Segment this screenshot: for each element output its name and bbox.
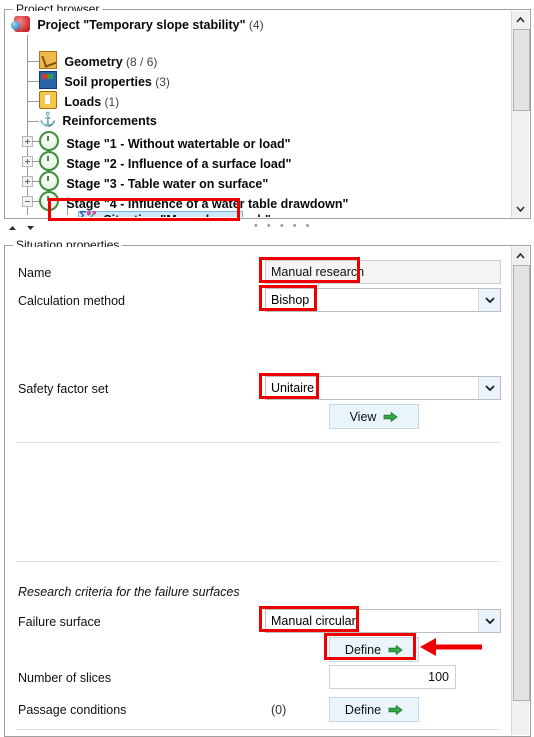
tree-item-reinforcements[interactable]: Reinforcements xyxy=(39,109,157,131)
number-of-slices-label: Number of slices xyxy=(18,671,112,685)
chevron-up-icon[interactable] xyxy=(512,11,529,28)
passage-conditions-define-button[interactable]: Define xyxy=(329,697,419,722)
green-arrow-icon xyxy=(383,411,399,423)
tree-connector xyxy=(27,101,39,102)
loads-icon xyxy=(39,91,57,109)
tree-item-label: Stage "4 - Influence of a water table dr… xyxy=(66,197,349,211)
calculation-method-label: Calculation method xyxy=(18,294,126,308)
tree-item-label: Project "Temporary slope stability" xyxy=(37,18,246,32)
reinforcements-anchor-icon xyxy=(39,109,56,129)
name-label: Name xyxy=(18,266,52,280)
project-browser-panel: Project browser Project "Temporary slope… xyxy=(4,2,531,219)
research-criteria-heading: Research criteria for the failure surfac… xyxy=(18,585,240,599)
tree-item-project[interactable]: Project "Temporary slope stability" (4) xyxy=(11,15,264,35)
project-tree[interactable]: Project "Temporary slope stability" (4) … xyxy=(6,11,510,217)
tree-item-label: Geometry xyxy=(64,55,123,69)
tree-item-label: Stage "3 - Table water on surface" xyxy=(66,177,269,191)
tree-connector xyxy=(27,121,39,122)
tree-item-count: (3) xyxy=(155,75,170,89)
view-button-label: View xyxy=(349,409,377,424)
tree-item-count: (8 / 6) xyxy=(126,55,158,69)
calculation-method-combo[interactable]: Bishop xyxy=(265,288,501,312)
panel-splitter[interactable]: • • • • • xyxy=(4,220,529,238)
stage-icon xyxy=(39,171,59,191)
chevron-down-icon[interactable] xyxy=(478,289,500,311)
tree-connector xyxy=(27,81,39,82)
scrollbar-thumb[interactable] xyxy=(513,265,530,701)
tree-connector xyxy=(32,201,39,202)
tree-item-count: (1) xyxy=(104,95,120,109)
situation-properties-panel: Situation properties Name Manual researc… xyxy=(4,238,531,737)
tree-connector xyxy=(27,61,39,62)
chevron-down-icon[interactable] xyxy=(478,610,500,632)
situation-icon xyxy=(79,207,96,217)
view-button[interactable]: View xyxy=(329,404,419,429)
passage-conditions-label: Passage conditions xyxy=(18,703,127,717)
stage-icon xyxy=(39,151,59,171)
tree-item-soil-properties[interactable]: Soil properties (3) xyxy=(39,71,170,91)
tree-item-stage-1[interactable]: Stage "1 - Without watertable or load" xyxy=(39,131,291,151)
failure-surface-label: Failure surface xyxy=(18,615,101,629)
safety-factor-set-combo[interactable]: Unitaire xyxy=(265,376,501,400)
tree-item-label: Loads xyxy=(64,95,102,109)
stage-icon xyxy=(39,191,59,211)
splitter-collapse-controls[interactable] xyxy=(8,223,35,233)
green-arrow-icon xyxy=(388,644,403,656)
passage-conditions-define-label: Define xyxy=(344,702,382,717)
tree-item-stage-3[interactable]: Stage "3 - Table water on surface" xyxy=(39,171,268,191)
situation-tree-item[interactable]: Situation "Manual research" xyxy=(79,207,271,217)
tree-item-loads[interactable]: Loads (1) xyxy=(39,91,119,111)
section-divider xyxy=(16,729,501,730)
define-surface-button[interactable]: Define xyxy=(329,637,419,662)
number-of-slices-input[interactable]: 100 xyxy=(329,665,456,689)
tree-item-label: Stage "1 - Without watertable or load" xyxy=(66,137,291,151)
tree-item-stage-2[interactable]: Stage "2 - Influence of a surface load" xyxy=(39,151,291,171)
tree-item-geometry[interactable]: Geometry (8 / 6) xyxy=(39,51,157,71)
geometry-icon xyxy=(39,51,57,69)
section-divider xyxy=(16,561,501,562)
tree-item-label: Stage "2 - Influence of a surface load" xyxy=(66,157,292,171)
chevron-up-icon[interactable] xyxy=(512,247,529,264)
situation-properties-content: Name Manual research Calculation method … xyxy=(6,247,510,735)
chevron-down-icon[interactable] xyxy=(478,377,500,399)
name-value: Manual research xyxy=(265,260,501,284)
splitter-grip[interactable]: • • • • • xyxy=(254,220,312,232)
tree-connector xyxy=(32,141,39,142)
project-icon xyxy=(11,16,30,32)
stage-icon xyxy=(39,131,59,151)
tree-item-label: Soil properties xyxy=(64,75,152,89)
tree-item-label: Reinforcements xyxy=(62,114,157,128)
soil-properties-icon xyxy=(39,71,57,89)
scrollbar-thumb[interactable] xyxy=(513,29,530,111)
tree-guide-line xyxy=(27,35,28,215)
tree-item-label: Situation "Manual research" xyxy=(103,213,270,217)
tree-item-count: (4) xyxy=(248,18,264,32)
tree-connector xyxy=(32,161,39,162)
failure-surface-combo[interactable]: Manual circular xyxy=(265,609,501,633)
section-divider xyxy=(16,442,501,443)
tree-connector xyxy=(32,181,39,182)
collapse-down-icon[interactable] xyxy=(26,223,35,233)
safety-factor-set-value: Unitaire xyxy=(271,381,315,395)
green-arrow-icon xyxy=(388,704,403,716)
safety-factor-set-label: Safety factor set xyxy=(18,382,109,396)
define-surface-button-label: Define xyxy=(344,642,382,657)
failure-surface-value: Manual circular xyxy=(271,614,356,628)
application-window: Project browser Project "Temporary slope… xyxy=(0,0,534,737)
passage-conditions-count: (0) xyxy=(271,703,287,717)
situation-properties-scrollbar[interactable] xyxy=(511,247,530,735)
calculation-method-value: Bishop xyxy=(271,293,310,307)
project-browser-scrollbar[interactable] xyxy=(511,11,530,217)
chevron-down-icon[interactable] xyxy=(512,200,529,217)
collapse-up-icon[interactable] xyxy=(8,223,26,233)
